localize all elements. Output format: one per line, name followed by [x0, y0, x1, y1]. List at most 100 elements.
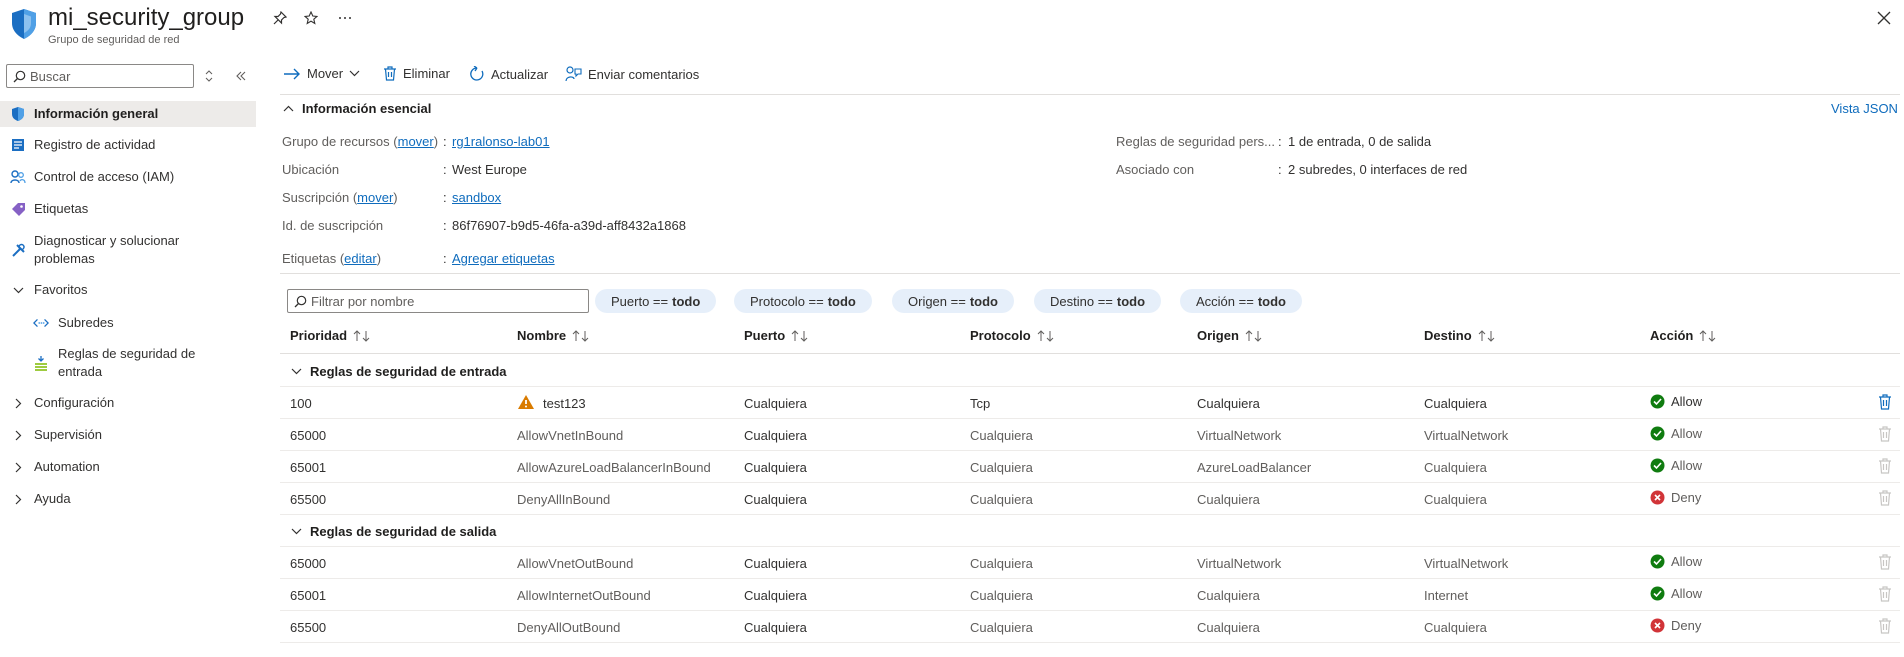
filter-by-name[interactable] — [287, 289, 589, 313]
resource-group-move-link[interactable]: mover — [398, 134, 434, 149]
tags-label: Etiquetas (editar) — [282, 251, 382, 266]
sidebar-group-automation[interactable]: Automation — [0, 456, 256, 478]
column-header-label: Puerto — [744, 328, 786, 343]
column-header-name[interactable]: Nombre — [517, 328, 590, 343]
table-row[interactable]: 65000 AllowVnetOutBound Cualquiera Cualquie… — [280, 547, 1900, 579]
send-feedback-label: Enviar comentarios — [588, 66, 700, 82]
column-header-source[interactable]: Origen — [1197, 328, 1263, 343]
separator-colon: : — [1278, 134, 1282, 149]
table-row[interactable]: 100 test123 Cualquiera Tcp Cualquiera Cualqui… — [280, 387, 1900, 419]
sort-arrows-icon — [791, 329, 809, 342]
sidebar-item-overview[interactable]: Información general — [0, 101, 256, 127]
sidebar-item-subnets[interactable]: Subredes — [0, 312, 256, 334]
delete-button[interactable]: Eliminar — [383, 66, 450, 81]
toolbar-divider — [280, 94, 1900, 95]
rule-action-label: Deny — [1671, 618, 1702, 633]
resource-group-value-link[interactable]: rg1ralonso-lab01 — [452, 134, 550, 149]
rule-priority: 65500 — [290, 620, 327, 635]
rule-source: Cualquiera — [1197, 620, 1260, 635]
rule-port: Cualquiera — [744, 492, 807, 507]
rule-destination: Cualquiera — [1424, 492, 1487, 507]
sidebar-group-help[interactable]: Ayuda — [0, 488, 256, 510]
essentials-toggle[interactable]: Información esencial — [283, 101, 431, 116]
move-button-label: Mover — [307, 66, 344, 81]
filter-by-name-input[interactable] — [311, 293, 581, 309]
table-row[interactable]: 65000 AllowVnetInBound Cualquiera Cualquier… — [280, 419, 1900, 451]
json-view-link[interactable]: Vista JSON — [1831, 101, 1898, 116]
rule-protocol: Cualquiera — [970, 556, 1033, 571]
favorite-star-icon[interactable] — [301, 8, 321, 28]
rule-name: AllowVnetInBound — [517, 428, 624, 443]
deny-x-icon — [1650, 490, 1665, 505]
pin-icon[interactable] — [270, 8, 290, 28]
rule-action-label: Allow — [1671, 554, 1703, 569]
rule-priority: 65001 — [290, 588, 327, 603]
filter-pill-protocol[interactable]: Protocolo == todo — [734, 289, 872, 313]
sort-arrows-icon — [1037, 329, 1055, 342]
sidebar-search[interactable] — [6, 64, 194, 88]
refresh-button[interactable]: Actualizar — [469, 66, 548, 82]
sort-icon[interactable] — [204, 70, 214, 82]
sidebar-group-settings[interactable]: Configuración — [0, 392, 256, 414]
column-header-destination[interactable]: Destino — [1424, 328, 1496, 343]
column-header-protocol[interactable]: Protocolo — [970, 328, 1055, 343]
sidebar-item-diagnose[interactable]: Diagnosticar y solucionar problemas — [0, 231, 256, 269]
table-row[interactable]: 65500 DenyAllInBound Cualquiera Cualquiera C… — [280, 483, 1900, 515]
sidebar-item-label: Ayuda — [34, 491, 71, 506]
table-row[interactable]: 65001 AllowAzureLoadBalancerInBound Cualqu… — [280, 451, 1900, 483]
allow-check-icon — [1650, 394, 1665, 409]
rule-action: Allow — [1650, 394, 1702, 409]
subscription-move-link[interactable]: mover — [357, 190, 393, 205]
sidebar-item-label: Control de acceso (IAM) — [34, 169, 175, 184]
rule-priority: 65000 — [290, 556, 327, 571]
delete-button-label: Eliminar — [403, 66, 450, 81]
rule-group-header[interactable]: Reglas de seguridad de salida — [280, 515, 1900, 547]
column-header-label: Destino — [1424, 328, 1472, 343]
collapse-sidebar-icon[interactable] — [235, 70, 247, 82]
tags-edit-link[interactable]: editar — [344, 251, 377, 266]
sidebar-item-activity-log[interactable]: Registro de actividad — [0, 134, 256, 156]
move-button[interactable]: Mover — [283, 66, 360, 81]
sidebar-item-tags[interactable]: Etiquetas — [0, 198, 256, 220]
rule-group-title: Reglas de seguridad de entrada — [310, 364, 507, 379]
delete-rule-icon — [1878, 618, 1892, 634]
more-options-icon[interactable] — [335, 8, 355, 28]
send-feedback-button[interactable]: Enviar comentarios — [565, 66, 699, 82]
delete-rule-icon[interactable] — [1878, 394, 1892, 410]
sidebar-item-inbound-rules[interactable]: Reglas de seguridad de entrada — [0, 344, 256, 382]
column-header-action[interactable]: Acción — [1650, 328, 1717, 343]
allow-check-icon — [1650, 554, 1665, 569]
filter-pill-action[interactable]: Acción == todo — [1180, 289, 1302, 313]
sidebar-group-favorites[interactable]: Favoritos — [0, 279, 256, 301]
column-header-priority[interactable]: Prioridad — [290, 328, 371, 343]
column-header-label: Acción — [1650, 328, 1694, 343]
sidebar-item-iam[interactable]: Control de acceso (IAM) — [0, 166, 256, 188]
rule-protocol: Cualquiera — [970, 460, 1033, 475]
table-row[interactable]: 65001 AllowInternetOutBound Cualquiera Cual… — [280, 579, 1900, 611]
sort-arrows-icon — [1699, 329, 1717, 342]
filter-pill-port[interactable]: Puerto == todo — [595, 289, 717, 313]
subscription-id-label: Id. de suscripción — [282, 218, 384, 233]
sidebar-search-input[interactable] — [30, 68, 180, 84]
rule-destination: Cualquiera — [1424, 620, 1487, 635]
filter-pill-destination[interactable]: Destino == todo — [1034, 289, 1162, 313]
rule-port: Cualquiera — [744, 428, 807, 443]
rule-name-link[interactable]: test123 — [543, 396, 586, 411]
table-row[interactable]: 65500 DenyAllOutBound Cualquiera Cualquiera… — [280, 611, 1900, 643]
allow-check-icon — [1650, 426, 1665, 441]
close-icon[interactable] — [1874, 8, 1894, 28]
subscription-value-link[interactable]: sandbox — [452, 190, 501, 205]
rule-source: Cualquiera — [1197, 588, 1260, 603]
nsg-logo-icon — [10, 8, 38, 40]
refresh-icon — [469, 66, 485, 82]
people-icon — [10, 169, 26, 185]
filter-pill-source[interactable]: Origen == todo — [892, 289, 1014, 313]
rule-name: DenyAllInBound — [517, 492, 611, 507]
rule-action: Deny — [1650, 490, 1701, 505]
add-tags-link[interactable]: Agregar etiquetas — [452, 251, 555, 266]
sidebar-group-monitoring[interactable]: Supervisión — [0, 424, 256, 446]
column-header-port[interactable]: Puerto — [744, 328, 809, 343]
rule-action: Allow — [1650, 426, 1702, 441]
rule-group-header[interactable]: Reglas de seguridad de entrada — [280, 355, 1900, 387]
sidebar-item-label: Etiquetas — [34, 201, 89, 216]
